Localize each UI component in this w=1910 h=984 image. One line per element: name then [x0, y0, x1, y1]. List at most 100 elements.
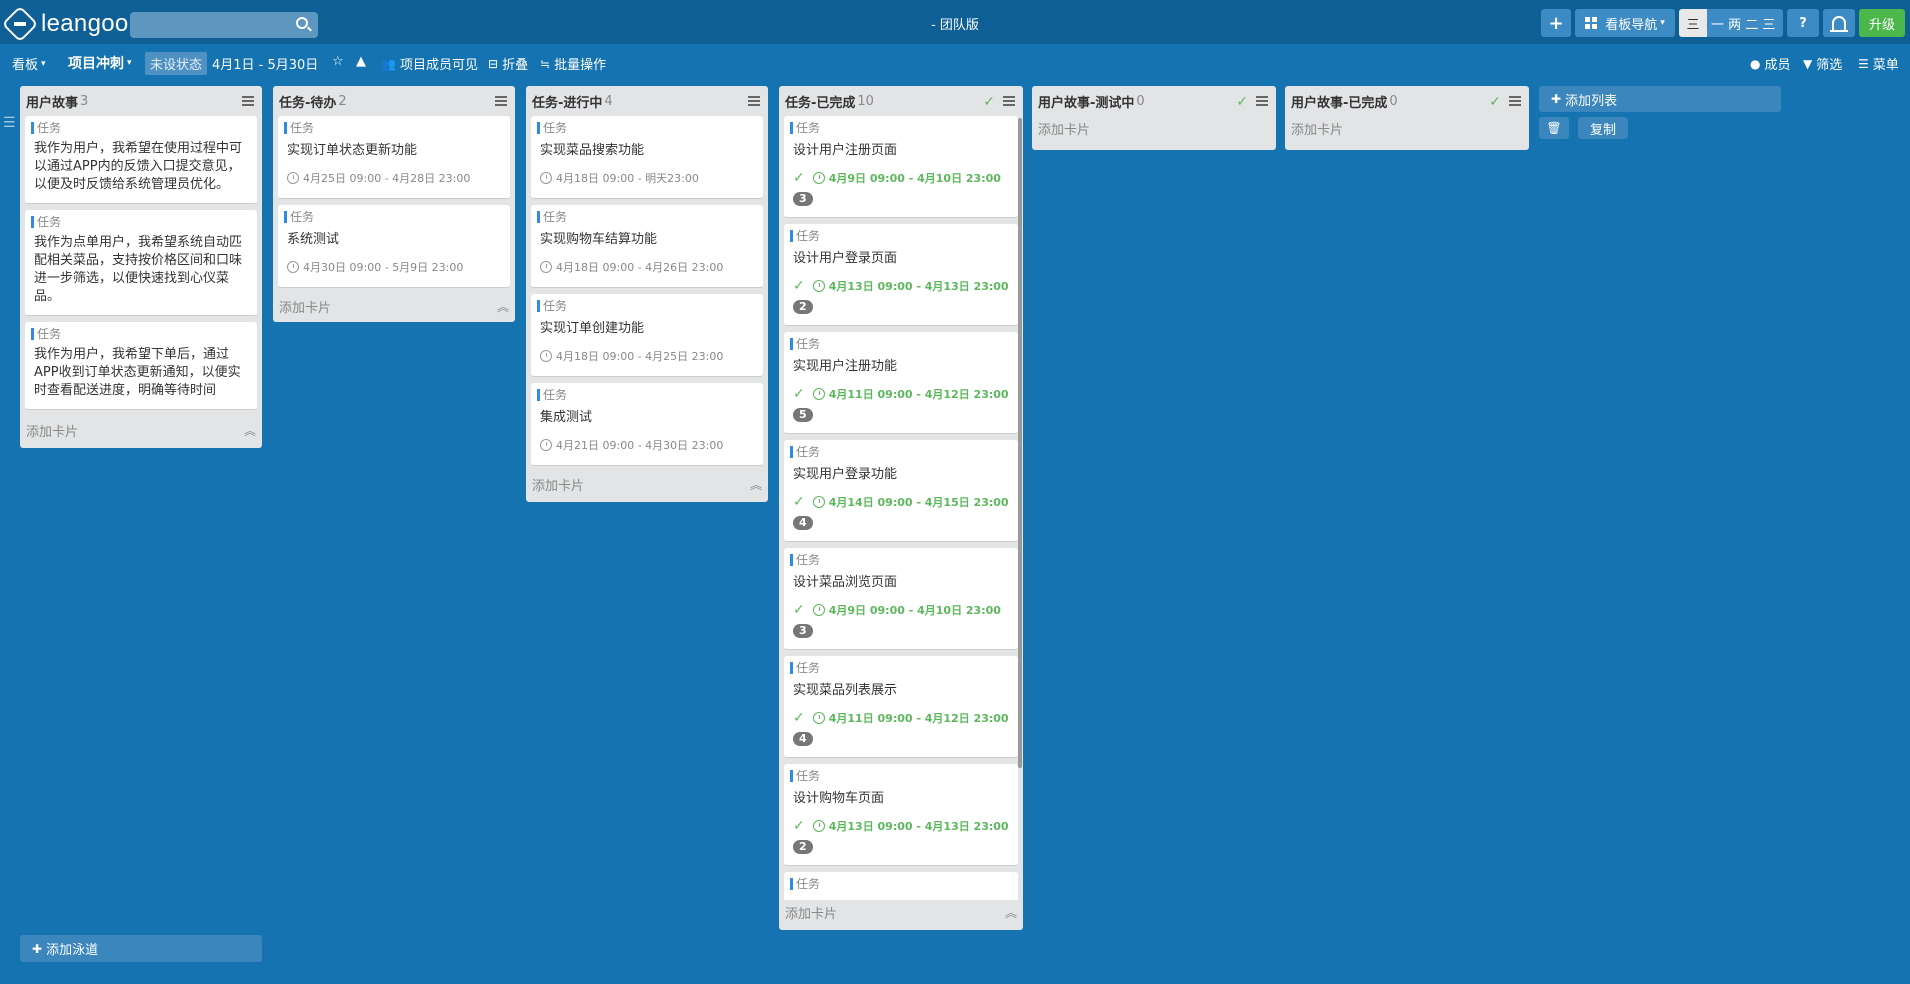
add-list-label: 添加列表	[1565, 93, 1618, 109]
search-icon[interactable]	[296, 17, 308, 29]
card[interactable]: 任务 设计用户注册页面 ✓ 4月9日 09:00 - 4月10日 23:00 3	[784, 116, 1018, 218]
add-card-button[interactable]: 添加卡片 ︽	[526, 472, 768, 496]
list-header[interactable]: 任务-待办 2	[273, 86, 515, 116]
card[interactable]: 任务 设计用户登录页面 ✓ 4月13日 09:00 - 4月13日 23:00 …	[784, 224, 1018, 326]
card[interactable]: 任务 实现菜品列表展示 ✓ 4月11日 09:00 - 4月12日 23:00 …	[784, 656, 1018, 758]
status-badge[interactable]: 未设状态	[145, 52, 208, 75]
card[interactable]: 任务 实现用户登录功能 ✓ 4月14日 09:00 - 4月15日 23:00 …	[784, 440, 1018, 542]
view-seg-active[interactable]: 三	[1679, 9, 1707, 37]
caret-down-icon: ▾	[1660, 18, 1665, 28]
list-menu-icon[interactable]	[495, 96, 507, 106]
list-menu-icon[interactable]	[1509, 96, 1521, 106]
add-list-button[interactable]: ✚ 添加列表	[1539, 86, 1781, 112]
card-title: 我作为用户，我希望在使用过程中可以通过APP内的反馈入口提交意见，以便及时反馈给…	[34, 141, 243, 192]
list-menu-icon[interactable]	[1003, 96, 1015, 106]
view-switch[interactable]: 三 一 两 二 三	[1679, 9, 1783, 37]
chart-icon[interactable]: ▲	[356, 54, 366, 69]
add-lane-label: 添加泳道	[46, 943, 99, 958]
star-icon[interactable]: ☆	[332, 54, 344, 69]
card[interactable]: 任务 我作为点单用户，我希望系统自动匹配相关菜品，支持按价格区间和口味进一步筛选…	[25, 210, 257, 316]
logo-text: leangoo	[41, 10, 129, 37]
card[interactable]: 任务 我作为用户，我希望下单后，通过APP收到订单状态更新通知，以便实时查看配送…	[25, 322, 257, 410]
add-card-button[interactable]: 添加卡片	[1285, 116, 1529, 140]
check-icon: ✓	[793, 710, 805, 726]
sidebar-toggle-icon[interactable]: ☰	[3, 115, 16, 131]
add-card-button[interactable]: 添加卡片 ︽	[273, 294, 515, 318]
list-menu-icon[interactable]	[1256, 96, 1268, 106]
sprint-dropdown[interactable]: 项目冲刺 ▾	[68, 53, 132, 73]
batch-label: 批量操作	[554, 58, 607, 73]
count-badge: 3	[793, 624, 813, 638]
users-icon: 👥	[381, 56, 396, 71]
batch-button[interactable]: ≒ 批量操作	[540, 54, 607, 74]
notification-button[interactable]	[1823, 9, 1855, 37]
list-user-stories: 用户故事 3 任务 我作为用户，我希望在使用过程中可以通过APP内的反馈入口提交…	[20, 86, 262, 448]
card[interactable]: 任务 实现购物车结算功能 4月18日 09:00 - 4月26日 23:00	[531, 205, 763, 288]
help-button[interactable]: ?	[1787, 9, 1819, 37]
clock-icon	[812, 388, 825, 400]
search-input[interactable]	[130, 12, 290, 38]
visibility-button[interactable]: 👥 项目成员可见	[381, 54, 478, 74]
card[interactable]: 任务	[784, 872, 1018, 900]
list-title: 任务-进行中	[532, 95, 603, 111]
delete-button[interactable]: 🗑	[1539, 117, 1569, 139]
list-header[interactable]: 用户故事 3	[20, 86, 262, 116]
board-nav-button[interactable]: 看板导航 ▾	[1575, 9, 1675, 37]
list-header[interactable]: 用户故事-已完成 0 ✓	[1285, 86, 1529, 116]
done-check-icon: ✓	[983, 94, 995, 110]
list-menu-icon[interactable]	[748, 96, 760, 106]
card[interactable]: 任务 实现用户注册功能 ✓ 4月11日 09:00 - 4月12日 23:00 …	[784, 332, 1018, 434]
plus-icon: ✚	[1551, 92, 1562, 106]
collapse-icon[interactable]: ︽	[750, 476, 762, 493]
card-time-text: 4月14日 09:00 - 4月15日 23:00	[828, 496, 1009, 509]
collapse-icon[interactable]: ︽	[244, 422, 256, 439]
list-header[interactable]: 用户故事-测试中 0 ✓	[1032, 86, 1276, 116]
list-menu-icon[interactable]	[242, 96, 254, 106]
card[interactable]: 任务 实现菜品搜索功能 4月18日 09:00 - 明天23:00	[531, 116, 763, 199]
board-dropdown[interactable]: 看板 ▾	[12, 54, 46, 73]
card[interactable]: 任务 设计购物车页面 ✓ 4月13日 09:00 - 4月13日 23:00 2	[784, 764, 1018, 866]
collapse-icon[interactable]: ︽	[497, 298, 509, 315]
clock-icon	[287, 261, 299, 273]
list-story-done: 用户故事-已完成 0 ✓ 添加卡片	[1285, 86, 1529, 150]
add-card-button[interactable]: 添加卡片 ︽	[20, 418, 262, 442]
view-seg-options[interactable]: 一 两 二 三	[1707, 14, 1775, 33]
date-range[interactable]: 4月1日 - 5月30日	[212, 54, 318, 73]
clock-icon	[812, 604, 825, 616]
search-box[interactable]	[130, 12, 318, 38]
card-tag: 任务	[790, 875, 1012, 892]
add-button[interactable]: +	[1541, 9, 1571, 37]
card-time-text: 4月11日 09:00 - 4月12日 23:00	[828, 712, 1009, 725]
upgrade-button[interactable]: 升级	[1859, 9, 1905, 37]
card-title: 实现订单状态更新功能	[287, 143, 418, 158]
card[interactable]: 任务 我作为用户，我希望在使用过程中可以通过APP内的反馈入口提交意见，以便及时…	[25, 116, 257, 204]
board-dropdown-label: 看板	[12, 58, 39, 73]
card-tag: 任务	[31, 325, 251, 342]
list-header[interactable]: 任务-已完成 10 ✓	[779, 86, 1023, 116]
add-card-label: 添加卡片	[532, 478, 585, 494]
logo[interactable]: leangoo	[1, 5, 129, 43]
member-button[interactable]: ● 成员	[1750, 54, 1791, 74]
add-card-button[interactable]: 添加卡片 ︽	[779, 900, 1023, 924]
card[interactable]: 任务 系统测试 4月30日 09:00 - 5月9日 23:00	[278, 205, 510, 288]
list-scrollbar[interactable]	[1018, 118, 1022, 768]
add-lane-button[interactable]: ✚ 添加泳道	[20, 935, 262, 962]
list-todo: 任务-待办 2 任务 实现订单状态更新功能 4月25日 09:00 - 4月28…	[273, 86, 515, 322]
card-time: ✓ 4月9日 09:00 - 4月10日 23:00	[793, 602, 1012, 618]
list-header[interactable]: 任务-进行中 4	[526, 86, 768, 116]
filter-button[interactable]: ▼ 筛选	[1803, 54, 1842, 74]
add-card-button[interactable]: 添加卡片	[1032, 116, 1276, 140]
card[interactable]: 任务 设计菜品浏览页面 ✓ 4月9日 09:00 - 4月10日 23:00 3	[784, 548, 1018, 650]
card[interactable]: 任务 集成测试 4月21日 09:00 - 4月30日 23:00	[531, 383, 763, 466]
list-title: 任务-待办	[279, 95, 337, 111]
card-title: 实现菜品搜索功能	[540, 143, 645, 158]
menu-button[interactable]: ☰ 菜单	[1858, 54, 1899, 74]
card[interactable]: 任务 实现订单状态更新功能 4月25日 09:00 - 4月28日 23:00	[278, 116, 510, 199]
card-tag: 任务	[284, 119, 504, 136]
list-in-progress: 任务-进行中 4 任务 实现菜品搜索功能 4月18日 09:00 - 明天23:…	[526, 86, 768, 502]
copy-button[interactable]: 复制	[1578, 117, 1628, 139]
fold-button[interactable]: ⊟ 折叠	[488, 54, 528, 74]
card[interactable]: 任务 实现订单创建功能 4月18日 09:00 - 4月25日 23:00	[531, 294, 763, 377]
collapse-icon[interactable]: ︽	[1005, 904, 1017, 921]
clock-icon	[540, 439, 552, 451]
